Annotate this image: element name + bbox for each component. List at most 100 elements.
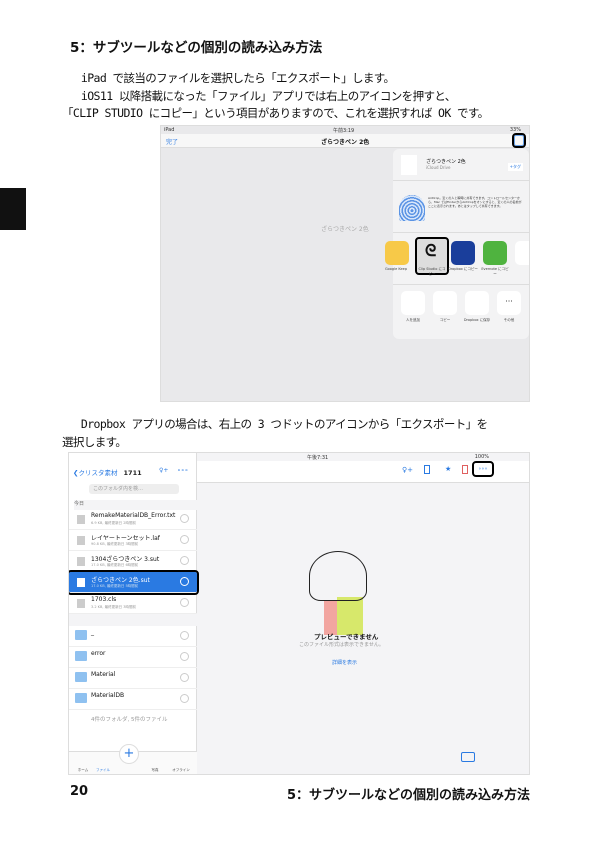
file-meta: 3.2 KB, 最終更新日 3時間前 bbox=[91, 605, 136, 609]
file-name: RemakeMaterialDB_Error.txt bbox=[91, 512, 176, 519]
nav-title: ざらつきペン 2色 bbox=[321, 139, 370, 146]
share-sheet: ざらつきペン 2色 iCloud Drive +タグ AirDrop。近くの人と… bbox=[385, 149, 529, 339]
chevron-icon[interactable] bbox=[180, 535, 189, 544]
action-label: コピー bbox=[439, 318, 451, 322]
tab-files[interactable]: ファイル bbox=[88, 768, 118, 773]
file-icon bbox=[77, 578, 85, 587]
app-label: Google Keep bbox=[384, 267, 408, 271]
preview-subtitle: このファイル形式は表示できません。 bbox=[299, 642, 384, 648]
details-link[interactable]: 詳細を表示 bbox=[332, 659, 357, 666]
chevron-icon[interactable] bbox=[180, 673, 189, 682]
file-icon bbox=[77, 599, 85, 608]
action-label: 人を追加 bbox=[406, 318, 420, 322]
share-icon[interactable] bbox=[512, 133, 526, 148]
keep-icon[interactable] bbox=[385, 241, 409, 265]
done-button[interactable]: 完了 bbox=[166, 137, 178, 146]
add-button[interactable]: + bbox=[119, 744, 139, 764]
save-dropbox-icon[interactable] bbox=[465, 291, 489, 315]
back-button[interactable]: ❮クリスタ素材 1711 bbox=[73, 467, 142, 477]
airdrop-icon[interactable] bbox=[399, 195, 425, 221]
file-row[interactable]: 1703.cls 3.2 KB, 最終更新日 3時間前 bbox=[69, 593, 197, 614]
folder-name: error bbox=[91, 650, 106, 657]
page-number: 20 bbox=[70, 784, 89, 799]
app-label: Evernote にコピー bbox=[481, 267, 509, 276]
chevron-icon[interactable] bbox=[180, 598, 189, 607]
share-file-location: iCloud Drive bbox=[426, 165, 451, 170]
status-time: 午前3:19 bbox=[333, 128, 355, 134]
file-icon bbox=[77, 536, 85, 545]
more-icon[interactable]: ∘∘∘ bbox=[177, 467, 188, 474]
toolbar: ♀+ ★ ∘∘∘ bbox=[197, 461, 529, 483]
trash-icon[interactable] bbox=[462, 465, 468, 474]
back-label: クリスタ素材 bbox=[78, 469, 118, 477]
chevron-icon[interactable] bbox=[180, 577, 189, 586]
status-battery: 100% bbox=[474, 454, 489, 460]
folder-name: _ bbox=[91, 629, 94, 636]
more-dots-icon[interactable]: ∘∘∘ bbox=[472, 461, 494, 477]
app-label: Clip Studio にコピー bbox=[418, 267, 446, 276]
folder-row[interactable]: MaterialDB bbox=[69, 689, 197, 710]
folder-icon bbox=[75, 672, 87, 682]
evernote-icon[interactable] bbox=[483, 241, 507, 265]
star-icon[interactable]: ★ bbox=[445, 465, 451, 473]
more-actions-icon[interactable]: ··· bbox=[497, 291, 521, 315]
folder-name: MaterialDB bbox=[91, 692, 125, 699]
file-name: 1703.cls bbox=[91, 596, 117, 603]
preview-label: ざらつきペン 2色 bbox=[321, 226, 369, 233]
file-name: 1304ざらつきペン 3.sut bbox=[91, 556, 160, 563]
chevron-icon[interactable] bbox=[180, 694, 189, 703]
divider bbox=[69, 614, 197, 626]
file-meta: 90.8 KB, 最終更新日 3時間前 bbox=[91, 542, 139, 546]
paragraph-line: iOS11 以降搭載になった「ファイル」アプリでは右上のアイコンを押すと、 bbox=[70, 89, 456, 103]
folder-row[interactable]: _ bbox=[69, 626, 197, 647]
illustration-box bbox=[324, 601, 338, 635]
share-file-name: ざらつきペン 2色 bbox=[426, 159, 466, 165]
file-row[interactable]: レイヤートーンセット.laf 90.8 KB, 最終更新日 3時間前 bbox=[69, 530, 197, 551]
paragraph-line: 選択します。 bbox=[62, 435, 127, 449]
cat-illustration bbox=[309, 551, 367, 601]
search-input[interactable]: このフォルダ内を検… bbox=[89, 484, 179, 494]
download-icon[interactable] bbox=[424, 465, 430, 474]
file-row-selected[interactable]: ざらつきペン 2色.sut 17.0 KB, 最終更新日 5時間前 bbox=[69, 570, 199, 595]
add-people-icon[interactable] bbox=[401, 291, 425, 315]
illustration-box bbox=[337, 597, 363, 635]
add-tag-button[interactable]: +タグ bbox=[507, 163, 523, 171]
section-heading: 5：サブツールなどの個別の読み込み方法 bbox=[70, 40, 323, 56]
share-folder-icon[interactable]: ♀+ bbox=[159, 467, 168, 474]
tab-offline[interactable]: オフライン bbox=[166, 768, 196, 773]
action-label: Dropbox に保存 bbox=[463, 318, 491, 322]
more-apps-icon[interactable] bbox=[515, 241, 529, 265]
share-icon[interactable]: ♀+ bbox=[402, 466, 413, 474]
file-row[interactable]: RemakeMaterialDB_Error.txt 6.9 KB, 最終更新日 … bbox=[69, 509, 197, 530]
screenshot-files-share: iPad 午前3:19 33% 完了 ざらつきペン 2色 ざらつきペン 2色 ざ… bbox=[160, 125, 530, 402]
file-icon bbox=[77, 515, 85, 524]
folder-icon bbox=[75, 651, 87, 661]
chevron-icon[interactable] bbox=[180, 556, 189, 565]
file-name: レイヤートーンセット.laf bbox=[91, 535, 160, 542]
tab-bar: + ホーム ファイル 写真 オフライン bbox=[69, 744, 197, 774]
file-meta: 6.9 KB, 最終更新日 2時間前 bbox=[91, 521, 136, 525]
file-meta: 17.0 KB, 最終更新日 6時間前 bbox=[91, 563, 139, 567]
file-icon bbox=[77, 557, 85, 566]
preview-title: プレビューできません bbox=[314, 633, 379, 641]
file-row[interactable]: 1304ざらつきペン 3.sut 17.0 KB, 最終更新日 6時間前 bbox=[69, 551, 197, 572]
chevron-icon[interactable] bbox=[180, 652, 189, 661]
status-time: 午後7:31 bbox=[307, 455, 329, 461]
folder-row[interactable]: error bbox=[69, 647, 197, 668]
folder-name: Material bbox=[91, 671, 116, 678]
copy-icon[interactable] bbox=[433, 291, 457, 315]
dropbox-icon[interactable] bbox=[451, 241, 475, 265]
file-thumb-icon bbox=[401, 155, 417, 175]
chevron-icon[interactable] bbox=[180, 514, 189, 523]
comment-icon[interactable] bbox=[461, 752, 475, 762]
file-sidebar: ❮クリスタ素材 1711 ♀+ ∘∘∘ このフォルダ内を検… 今日 Remake… bbox=[69, 453, 202, 774]
folder-icon bbox=[75, 630, 87, 640]
folder-row[interactable]: Material bbox=[69, 668, 197, 689]
action-label: その他 bbox=[503, 318, 515, 322]
airdrop-text: AirDrop。近くの人と瞬時に共有できます。コントロールセンターから、Mac … bbox=[428, 196, 522, 209]
status-device: iPad bbox=[164, 127, 175, 133]
paragraph-line: iPad で該当のファイルを選択したら「エクスポート」します。 bbox=[70, 71, 395, 85]
status-battery: 33% bbox=[509, 127, 521, 133]
folder-icon bbox=[75, 693, 87, 703]
chevron-icon[interactable] bbox=[180, 631, 189, 640]
